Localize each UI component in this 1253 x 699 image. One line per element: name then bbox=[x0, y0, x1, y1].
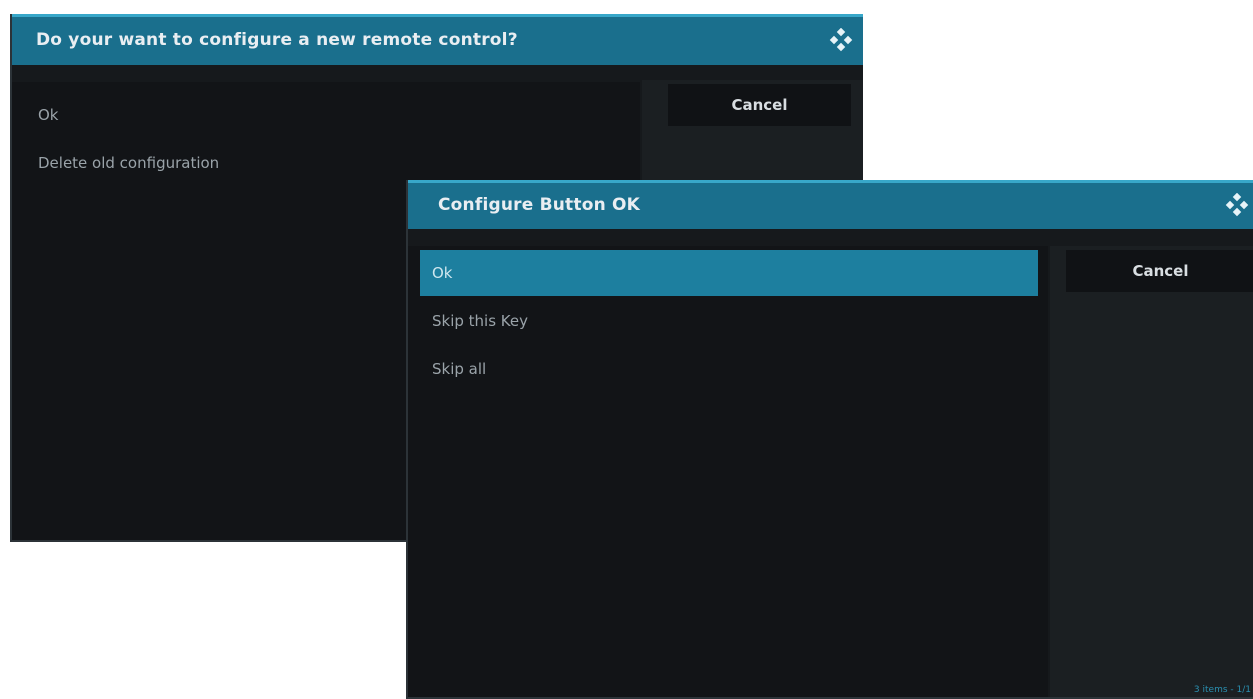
options-list: Ok Skip this Key Skip all bbox=[408, 246, 1048, 697]
item-count-label: 3 items - 1/1 bbox=[1193, 685, 1251, 695]
cancel-button[interactable]: Cancel bbox=[1066, 250, 1253, 292]
list-item-skip-all[interactable]: Skip all bbox=[420, 346, 1038, 392]
configure-button-dialog: Configure Button OK Ok Skip this Key Ski… bbox=[406, 180, 1253, 699]
dialog-titlebar: Do your want to configure a new remote c… bbox=[12, 14, 863, 65]
kodi-logo-icon bbox=[1225, 192, 1249, 217]
list-item-ok[interactable]: Ok bbox=[420, 250, 1038, 296]
side-panel: Cancel 3 items - 1/1 bbox=[1050, 246, 1253, 697]
cancel-button[interactable]: Cancel bbox=[668, 84, 851, 126]
kodi-logo-icon bbox=[829, 27, 853, 52]
list-item-skip-this-key[interactable]: Skip this Key bbox=[420, 298, 1038, 344]
list-item-ok[interactable]: Ok bbox=[26, 92, 626, 138]
dialog-titlebar: Configure Button OK bbox=[408, 180, 1253, 229]
dialog-title: Do your want to configure a new remote c… bbox=[36, 30, 518, 50]
dialog-title: Configure Button OK bbox=[438, 195, 641, 215]
